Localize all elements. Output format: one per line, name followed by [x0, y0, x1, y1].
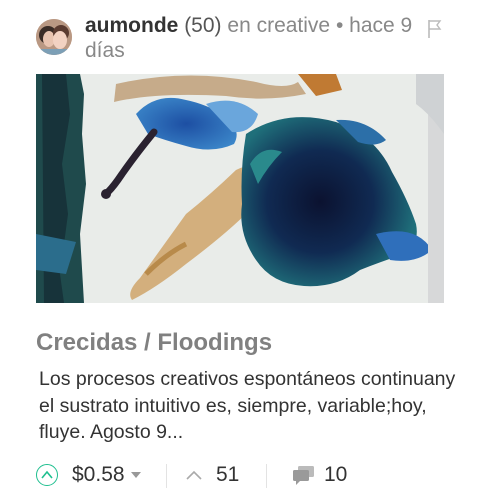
payout-group: $0.58 [36, 463, 141, 487]
ink-painting-image[interactable] [36, 74, 444, 303]
vote-count: 51 [216, 463, 240, 486]
comment-icon [293, 466, 314, 485]
payout-amount[interactable]: $0.58 [72, 463, 125, 487]
upvote-icon[interactable] [36, 464, 58, 486]
avatar[interactable] [36, 19, 72, 55]
meta-dot: • [335, 14, 344, 37]
author-link[interactable]: aumonde [85, 14, 178, 37]
votes-group[interactable]: 51 [186, 463, 239, 487]
flag-icon[interactable] [426, 19, 444, 39]
post-meta: aumonde (50) en creative • hace 9 días [85, 13, 425, 63]
post-excerpt[interactable]: Los procesos creativos espontáneos conti… [39, 366, 459, 446]
vote-count-icon [186, 470, 202, 480]
comment-count: 10 [324, 463, 348, 486]
comments-group[interactable]: 10 [292, 463, 347, 487]
post-header: aumonde (50) en creative • hace 9 días [0, 0, 480, 70]
post-title[interactable]: Crecidas / Floodings [36, 329, 272, 357]
divider [166, 464, 167, 488]
author-reputation: (50) [184, 14, 222, 37]
divider [266, 464, 267, 488]
dropdown-icon[interactable] [130, 472, 141, 478]
post-footer: $0.58 51 10 [0, 456, 480, 496]
category-link[interactable]: en creative [227, 14, 330, 37]
